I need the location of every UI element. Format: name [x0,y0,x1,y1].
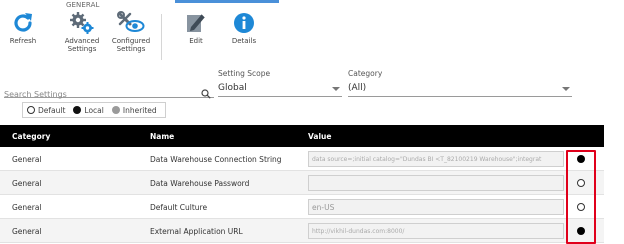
info-icon [233,10,255,36]
details-label: Details [231,37,257,45]
row-category: General [12,227,42,236]
state-column-highlight [566,150,596,244]
edit-label: Edit [189,37,203,45]
legend-inherited: Inherited [111,105,157,115]
configured-settings-label: Configured Settings [111,37,151,53]
legend-local-label: Local [84,105,104,115]
table-row[interactable]: General Data Warehouse Password [0,171,604,195]
advanced-settings-label: Advanced Settings [64,37,100,53]
refresh-button[interactable]: Refresh [8,10,38,45]
category-select[interactable]: (All) [348,81,572,97]
column-header-name[interactable]: Name [150,132,174,141]
configured-settings-button[interactable]: Configured Settings [109,10,153,53]
row-value-field[interactable]: http://vikhil-dundas.com:8000/ [308,223,564,239]
scope-select[interactable]: Global [218,81,342,97]
refresh-icon [11,10,35,36]
row-value-field[interactable] [308,175,564,191]
default-dot-icon [27,106,35,114]
row-value-field[interactable]: en-US [308,199,564,215]
column-header-category[interactable]: Category [12,132,50,141]
edit-icon [185,10,207,36]
row-category: General [12,203,42,212]
row-category: General [12,155,42,164]
ribbon-separator [161,14,162,60]
edit-button[interactable]: Edit [181,10,211,45]
legend-inherited-label: Inherited [122,105,157,115]
table-row[interactable]: General Default Culture en-US [0,195,604,219]
active-tab-indicator [175,0,279,3]
legend-local: Local [73,105,104,115]
row-name: Default Culture [150,203,208,212]
legend-default: Default [27,106,65,115]
wrench-eye-icon [117,10,145,36]
category-label: Category [348,69,383,78]
inherited-dot-icon [111,106,120,114]
scope-legend: Default Local Inherited [22,102,166,118]
category-value: (All) [348,83,367,93]
legend-default-label: Default [38,105,66,115]
column-header-value[interactable]: Value [308,132,331,141]
ribbon-group-label: GENERAL [66,1,100,9]
scope-label: Setting Scope [218,69,271,78]
row-category: General [12,179,42,188]
search-input[interactable] [4,85,194,101]
ribbon: GENERAL Refresh Advanced Settings Config… [0,0,624,66]
row-value-field[interactable]: data source=;initial catalog="Dundas BI … [308,151,564,167]
row-name: Data Warehouse Password [150,179,250,188]
table-row[interactable]: General Data Warehouse Connection String… [0,147,604,171]
table-row[interactable]: General External Application URL http://… [0,219,604,243]
search-icon[interactable] [201,84,211,103]
refresh-label: Refresh [9,37,37,45]
row-name: Data Warehouse Connection String [150,155,282,164]
advanced-settings-button[interactable]: Advanced Settings [62,10,102,53]
chevron-down-icon [332,87,340,91]
chevron-down-icon [562,87,570,91]
local-dot-icon [73,106,82,114]
scope-value: Global [218,83,247,93]
search-field[interactable] [4,82,214,101]
gears-icon [69,10,95,36]
details-button[interactable]: Details [229,10,259,45]
row-name: External Application URL [150,227,243,236]
table-header: Category Name Value [0,125,604,147]
